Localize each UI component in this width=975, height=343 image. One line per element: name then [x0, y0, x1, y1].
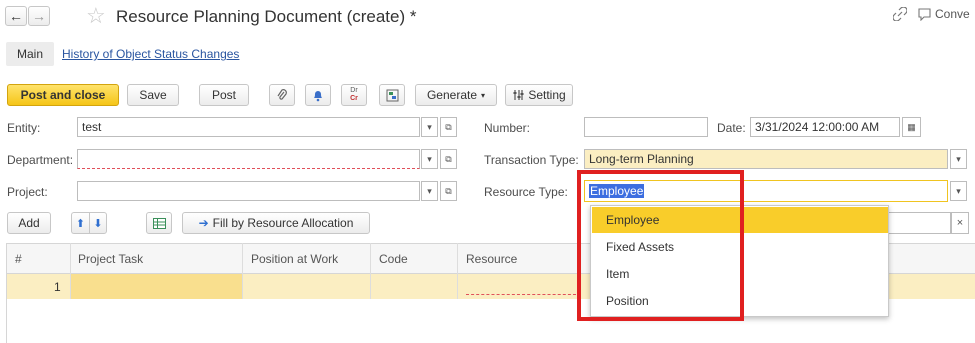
department-label: Department: — [7, 153, 74, 167]
tab-main-label: Main — [16, 47, 43, 61]
structure-button[interactable] — [379, 84, 405, 106]
column-header-position-at-work[interactable]: Position at Work — [251, 252, 338, 266]
column-header-code[interactable]: Code — [379, 252, 408, 266]
close-icon: × — [956, 217, 964, 229]
column-divider — [70, 243, 71, 299]
date-field[interactable]: 3/31/2024 12:00:00 AM — [750, 117, 900, 137]
tab-main[interactable]: Main — [6, 42, 54, 66]
department-dropdown-button[interactable]: ▾ — [421, 149, 438, 169]
entity-label: Entity: — [7, 121, 41, 135]
move-up-button[interactable]: ⬆ — [71, 212, 89, 234]
notification-button[interactable] — [305, 84, 331, 106]
tab-history-status-changes[interactable]: History of Object Status Changes — [62, 47, 239, 61]
structure-icon — [386, 89, 398, 101]
table-cell-project-task[interactable] — [70, 274, 242, 299]
save-label: Save — [139, 88, 167, 102]
resource-type-dropdown-button[interactable]: ▾ — [950, 181, 967, 201]
arrow-down-icon: ⬇ — [93, 217, 103, 230]
move-down-button[interactable]: ⬇ — [89, 212, 107, 234]
resource-type-label: Resource Type: — [484, 185, 568, 199]
number-label: Number: — [484, 121, 531, 135]
chevron-down-icon: ▾ — [427, 121, 432, 132]
department-open-button[interactable]: ⧉ — [440, 149, 457, 169]
column-header-number[interactable]: # — [15, 252, 22, 266]
post-and-close-button[interactable]: Post and close — [7, 84, 119, 106]
project-dropdown-button[interactable]: ▾ — [421, 181, 438, 201]
transaction-type-label: Transaction Type: — [484, 153, 579, 167]
column-divider — [242, 243, 243, 299]
setting-button[interactable]: Setting — [505, 84, 573, 106]
settings-sliders-icon — [513, 90, 524, 100]
table-grid-icon — [152, 217, 166, 229]
back-arrow-icon: ← — [9, 8, 23, 24]
generate-label: Generate — [426, 88, 478, 102]
department-field[interactable] — [77, 149, 420, 169]
date-value: 3/31/2024 12:00:00 AM — [755, 120, 880, 134]
fill-by-resource-allocation-button[interactable]: ➔ Fill by Resource Allocation — [182, 212, 370, 234]
chevron-down-icon: ▾ — [427, 153, 432, 164]
add-button[interactable]: Add — [7, 212, 51, 234]
entity-value: test — [82, 120, 102, 134]
link-icon[interactable] — [892, 6, 908, 24]
post-and-close-label: Post and close — [20, 88, 106, 102]
forward-button[interactable]: → — [28, 6, 50, 26]
entity-open-button[interactable]: ⧉ — [440, 117, 457, 137]
table-settings-button[interactable] — [146, 212, 172, 234]
open-copy-icon: ⧉ — [445, 121, 452, 132]
chevron-down-icon: ▾ — [427, 185, 432, 196]
post-label: Post — [211, 88, 236, 102]
project-label: Project: — [7, 185, 48, 199]
table-left-border — [6, 299, 7, 343]
column-divider — [370, 243, 371, 299]
chevron-down-icon: ▾ — [956, 185, 961, 196]
dropdown-caret-icon: ▾ — [481, 90, 486, 100]
save-button[interactable]: Save — [127, 84, 179, 106]
transaction-type-value: Long-term Planning — [589, 152, 694, 166]
column-divider — [457, 243, 458, 299]
table-search-clear-button[interactable]: × — [951, 212, 969, 234]
conversation-button[interactable]: Conve — [918, 7, 970, 21]
table-search-field[interactable] — [885, 212, 951, 234]
dr-cr-button[interactable]: Dr Cr — [341, 84, 367, 106]
column-header-resource[interactable]: Resource — [466, 252, 517, 266]
entity-dropdown-button[interactable]: ▾ — [421, 117, 438, 137]
setting-label: Setting — [528, 88, 566, 102]
row-number: 1 — [54, 280, 61, 294]
open-copy-icon: ⧉ — [445, 185, 452, 196]
fill-arrow-icon: ➔ — [198, 216, 209, 230]
date-label: Date: — [717, 121, 746, 135]
page-title: Resource Planning Document (create) * — [116, 7, 417, 26]
favorite-star-icon[interactable]: ☆ — [86, 3, 106, 29]
transaction-type-dropdown-button[interactable]: ▾ — [950, 149, 967, 169]
dr-label: Dr — [350, 87, 358, 94]
chat-icon — [918, 7, 931, 21]
open-copy-icon: ⧉ — [445, 153, 452, 164]
calendar-icon: ▦ — [907, 121, 916, 132]
transaction-type-field[interactable]: Long-term Planning — [584, 149, 948, 169]
fill-by-resource-allocation-label: Fill by Resource Allocation — [212, 216, 354, 230]
forward-arrow-icon: → — [32, 8, 46, 24]
number-field[interactable] — [584, 117, 708, 137]
attach-button[interactable] — [269, 84, 295, 106]
cr-label: Cr — [350, 95, 358, 102]
resource-cell-required-mark — [466, 294, 576, 295]
entity-field[interactable]: test — [77, 117, 420, 137]
arrow-up-icon: ⬆ — [75, 217, 86, 230]
conversation-label: Conve — [935, 7, 970, 21]
post-button[interactable]: Post — [199, 84, 249, 106]
column-header-project-task[interactable]: Project Task — [78, 252, 143, 266]
chevron-down-icon: ▾ — [956, 153, 961, 164]
bell-icon — [314, 90, 322, 101]
add-label: Add — [18, 216, 40, 230]
date-picker-button[interactable]: ▦ — [902, 117, 921, 137]
project-field[interactable] — [77, 181, 420, 201]
highlight-frame — [577, 170, 744, 321]
back-button[interactable]: ← — [5, 6, 27, 26]
generate-button[interactable]: Generate ▾ — [415, 84, 497, 106]
project-open-button[interactable]: ⧉ — [440, 181, 457, 201]
paperclip-icon — [277, 89, 287, 100]
